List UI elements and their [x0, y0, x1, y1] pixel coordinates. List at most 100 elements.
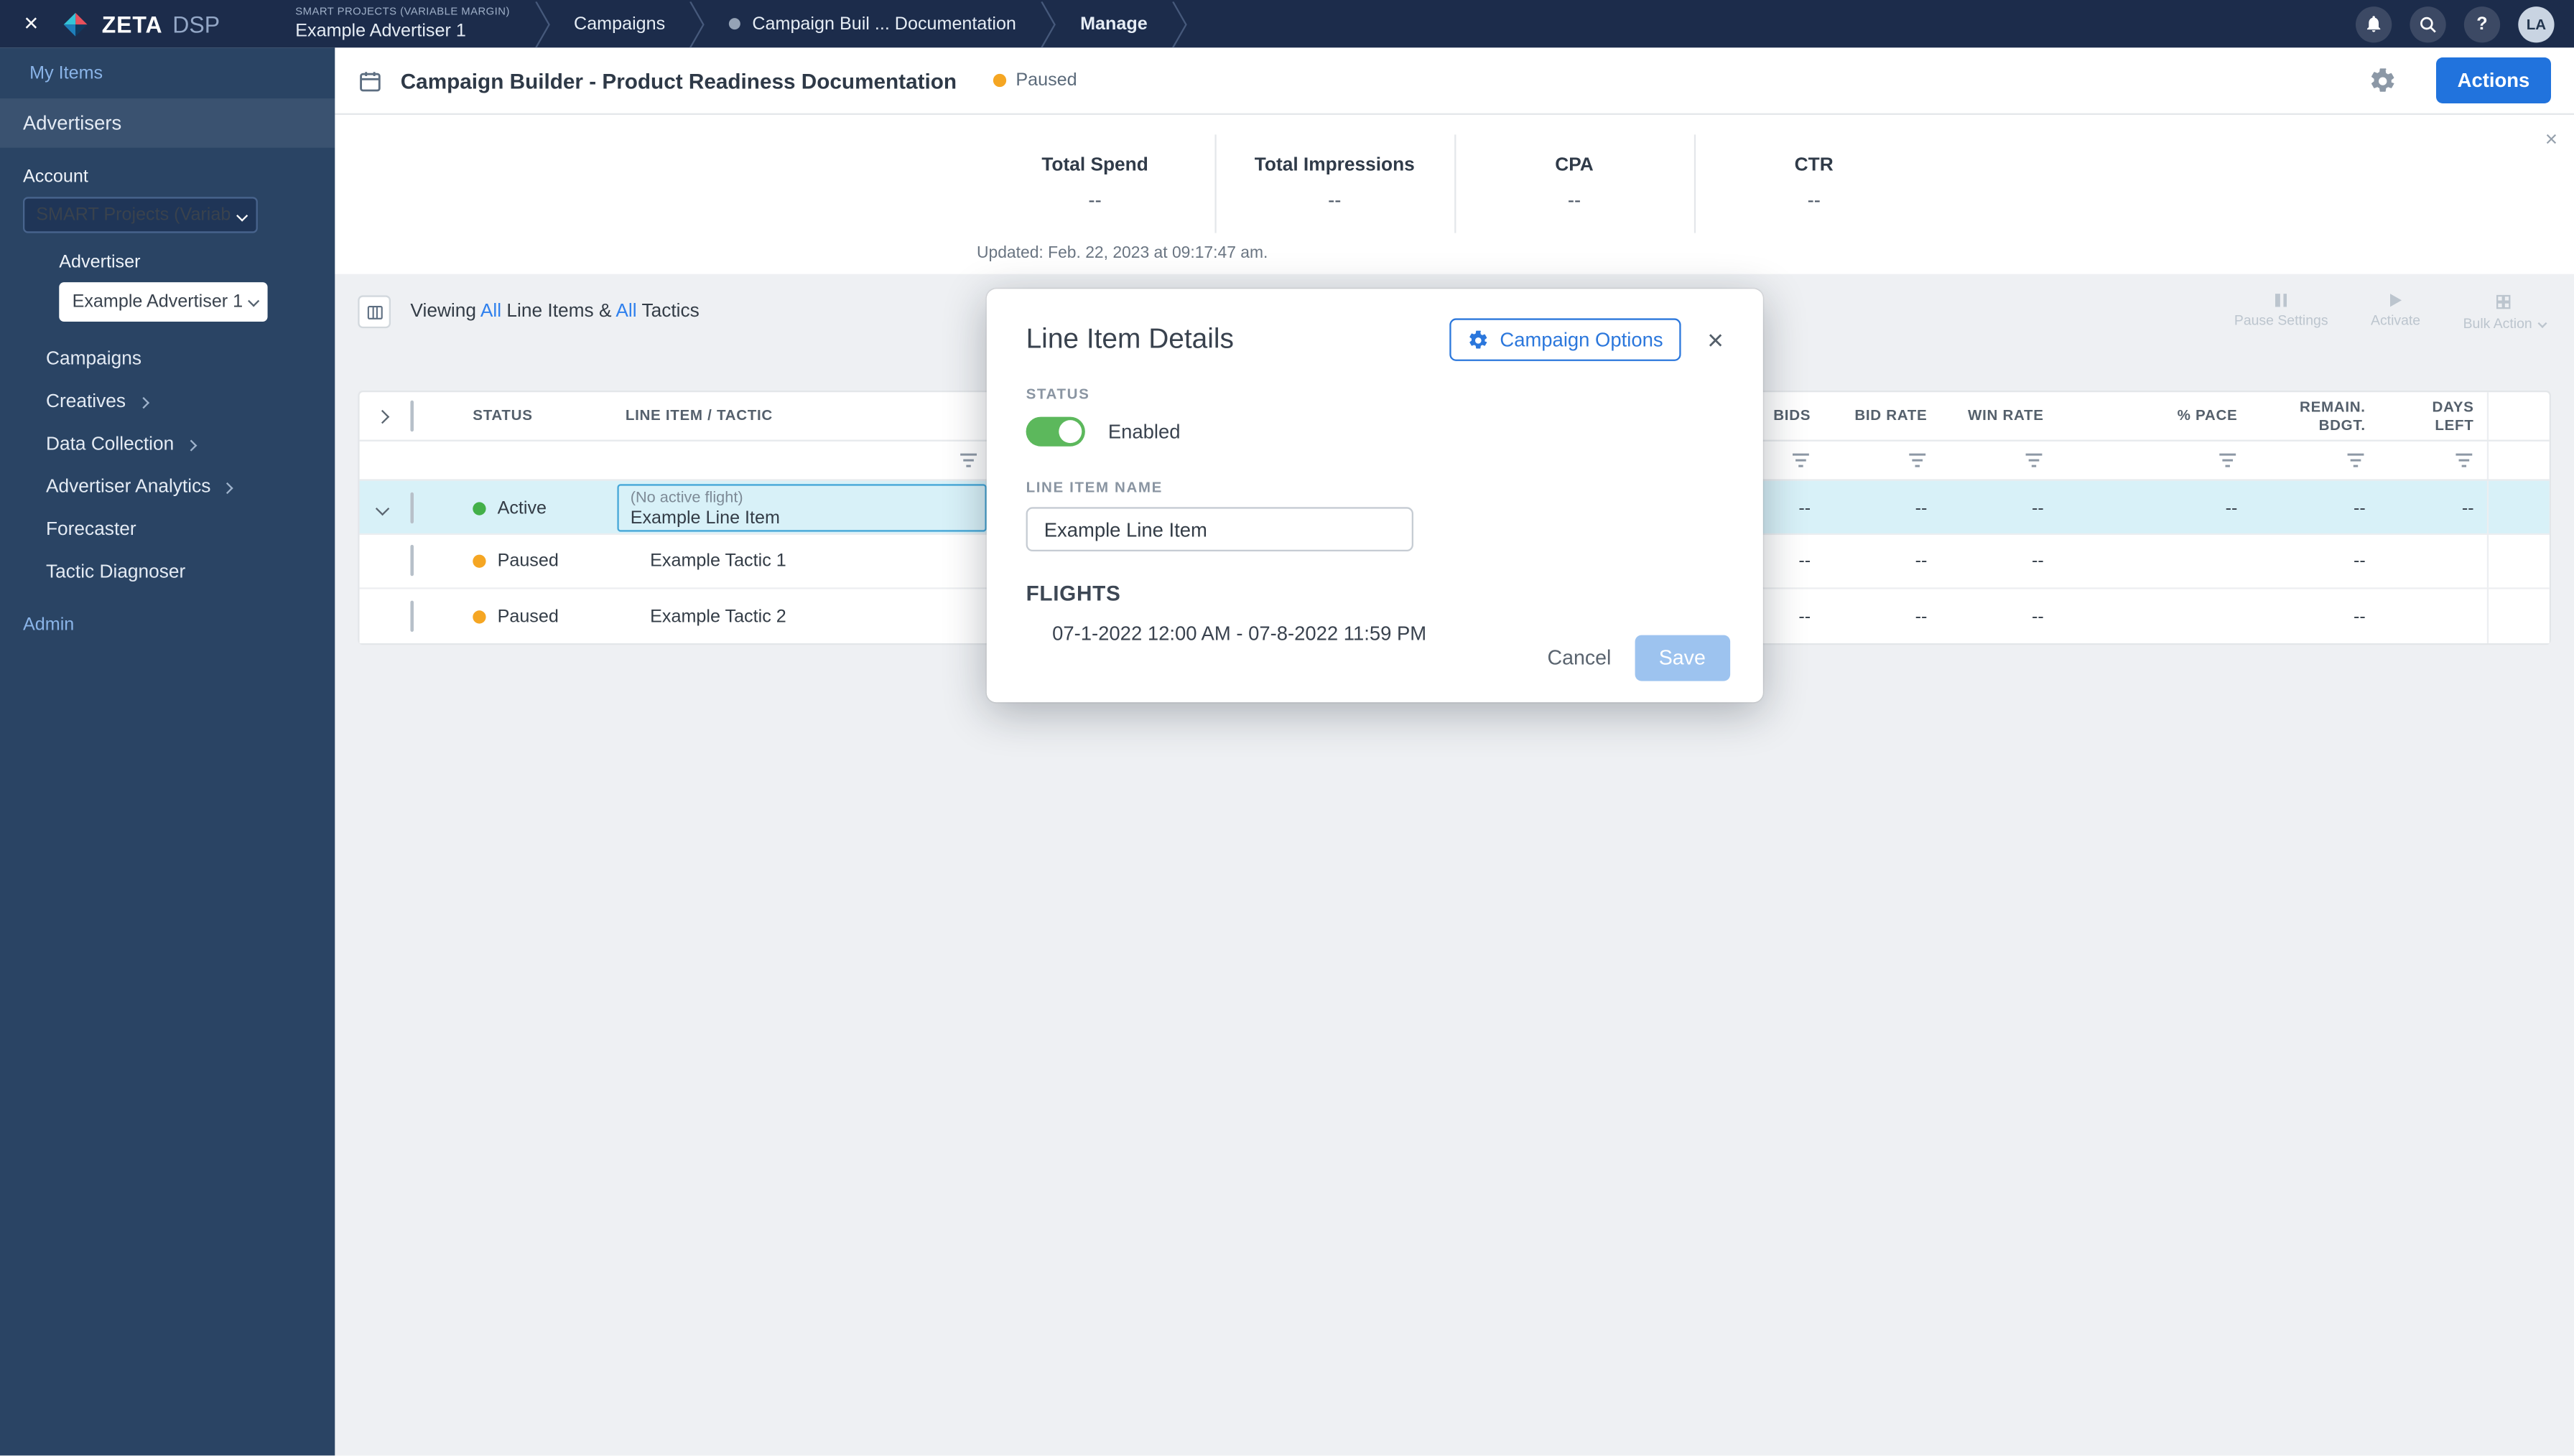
filter-line-item-icon[interactable] [613, 453, 992, 468]
bulk-action-button[interactable]: Bulk Action [2463, 293, 2546, 331]
row-checkbox[interactable] [410, 491, 414, 523]
calendar-icon [360, 71, 381, 91]
activate-button[interactable]: Activate [2371, 293, 2420, 327]
breadcrumb: SMART PROJECTS (VARIABLE MARGIN) Example… [272, 0, 1189, 47]
sidebar-item-label: Advertiser Analytics [46, 477, 211, 498]
select-all-checkbox[interactable] [410, 399, 414, 431]
viewing-summary: Viewing All Line Items & All Tactics [410, 302, 699, 322]
breadcrumb-campaign[interactable]: Campaign Buil ... Documentation [706, 14, 1039, 34]
gear-icon [1469, 330, 1487, 348]
close-icon[interactable]: × [1707, 326, 1724, 354]
tactic-name-cell[interactable]: Example Tactic 2 [613, 607, 992, 626]
advertiser-label: Advertiser [59, 253, 141, 273]
actions-button[interactable]: Actions [2435, 57, 2552, 103]
search-button[interactable] [2410, 6, 2446, 42]
breadcrumb-advertiser-label: Example Advertiser 1 [295, 21, 466, 42]
campaign-options-button[interactable]: Campaign Options [1449, 318, 1681, 361]
page-header: Campaign Builder - Product Readiness Doc… [335, 47, 2574, 115]
filter-days-left-icon[interactable] [2379, 453, 2487, 468]
advertiser-select[interactable]: Example Advertiser 1 [59, 282, 268, 322]
filter-bid-rate-icon[interactable] [1823, 453, 1940, 468]
sidebar-item-advertisers[interactable]: Advertisers [0, 98, 335, 148]
campaign-status-dot-icon [729, 18, 741, 30]
line-item-name-cell[interactable]: (No active flight) Example Line Item [613, 481, 992, 535]
expand-all-chevron-icon[interactable] [360, 409, 406, 424]
row-status-cell: Paused [448, 607, 613, 626]
sidebar-item-advertiser-analytics[interactable]: Advertiser Analytics [0, 466, 335, 508]
sidebar-item-creatives[interactable]: Creatives [0, 381, 335, 423]
metric-total-spend: Total Spend -- [976, 134, 1214, 233]
column-settings-button[interactable] [358, 295, 391, 329]
all-line-items-link[interactable]: All [480, 302, 501, 322]
cancel-button[interactable]: Cancel [1547, 647, 1611, 670]
breadcrumb-campaigns-label: Campaigns [574, 14, 666, 34]
settings-button[interactable] [2369, 67, 2397, 95]
row-spacer-cell [2486, 480, 2550, 536]
sidebar-item-label: Creatives [46, 392, 126, 412]
filter-remaining-budget-icon[interactable] [2251, 453, 2379, 468]
metric-cpa: CPA -- [1454, 134, 1693, 233]
play-icon [2389, 293, 2402, 307]
save-button[interactable]: Save [1634, 635, 1731, 681]
column-header-days-left[interactable]: DAYS LEFT [2379, 398, 2487, 434]
advertiser-select-value: Example Advertiser 1 [72, 291, 243, 312]
metric-value: -- [1807, 188, 1821, 212]
stats-card: Total Spend -- Total Impressions -- CPA … [976, 134, 1933, 233]
filter-spacer-cell [2486, 441, 2550, 480]
gear-icon [2371, 67, 2394, 91]
close-icon[interactable]: × [10, 11, 52, 36]
row-status-label: Paused [497, 551, 559, 571]
topbar-actions: ? LA [2356, 6, 2555, 42]
column-header-line-item-tactic[interactable]: LINE ITEM / TACTIC [613, 407, 992, 425]
toggle-knob [1059, 420, 1082, 444]
column-header-pace[interactable]: % PACE [2057, 407, 2251, 425]
row-checkbox[interactable] [410, 544, 414, 577]
metric-total-impressions: Total Impressions -- [1214, 134, 1454, 233]
campaign-status: Paused [993, 70, 1077, 90]
breadcrumb-manage[interactable]: Manage [1057, 14, 1171, 33]
sidebar-item-data-collection[interactable]: Data Collection [0, 424, 335, 466]
activate-label: Activate [2371, 311, 2421, 328]
help-icon: ? [2476, 14, 2488, 34]
account-select[interactable]: SMART Projects (Variable M... [23, 197, 258, 233]
sidebar-item-my-items[interactable]: My Items [0, 47, 335, 98]
page-title: Campaign Builder - Product Readiness Doc… [400, 67, 957, 93]
line-item-name-input[interactable] [1026, 507, 1414, 552]
brand-zeta: ZETA [101, 10, 163, 37]
paused-status-dot-icon [473, 610, 486, 623]
chevron-right-icon [185, 439, 198, 451]
row-spacer-cell [2486, 589, 2550, 644]
sidebar-item-campaigns[interactable]: Campaigns [0, 338, 335, 381]
sidebar-item-tactic-diagnoser[interactable]: Tactic Diagnoser [0, 551, 335, 594]
row-checkbox[interactable] [410, 599, 414, 631]
avatar-initials: LA [2526, 15, 2547, 32]
column-header-win-rate[interactable]: WIN RATE [1941, 407, 2057, 425]
notifications-button[interactable] [2356, 6, 2392, 42]
filter-win-rate-icon[interactable] [1941, 453, 2057, 468]
sidebar-item-forecaster[interactable]: Forecaster [0, 509, 335, 551]
cell-remaining-budget: -- [2353, 498, 2366, 518]
status-toggle[interactable] [1026, 416, 1085, 447]
header-spacer-cell [2486, 392, 2550, 440]
dismiss-stats-icon[interactable]: × [2545, 126, 2557, 151]
collapse-row-chevron-icon[interactable] [360, 500, 406, 515]
breadcrumb-advertiser[interactable]: SMART PROJECTS (VARIABLE MARGIN) Example… [272, 6, 533, 41]
all-tactics-link[interactable]: All [615, 302, 636, 322]
bulk-action-icon [2496, 294, 2511, 309]
column-header-status[interactable]: STATUS [448, 407, 613, 425]
tactic-name-cell[interactable]: Example Tactic 1 [613, 551, 992, 571]
selected-line-item-cell[interactable]: (No active flight) Example Line Item [617, 484, 987, 532]
avatar[interactable]: LA [2518, 6, 2555, 42]
column-header-bid-rate[interactable]: BID RATE [1823, 407, 1940, 425]
breadcrumb-campaigns[interactable]: Campaigns [551, 14, 688, 33]
cell-bid-rate: -- [1915, 551, 1928, 571]
breadcrumb-separator-icon [1172, 1, 1187, 47]
column-header-remaining-budget[interactable]: REMAIN. BDGT. [2251, 398, 2379, 434]
help-button[interactable]: ? [2463, 6, 2501, 42]
line-item-name: Example Line Item [630, 508, 780, 528]
breadcrumb-campaign-label: Campaign Buil ... Documentation [752, 14, 1016, 34]
sidebar-item-admin[interactable]: Admin [0, 599, 335, 651]
chevron-right-icon [136, 396, 149, 409]
pause-settings-button[interactable]: Pause Settings [2234, 293, 2328, 327]
filter-pace-icon[interactable] [2057, 453, 2251, 468]
